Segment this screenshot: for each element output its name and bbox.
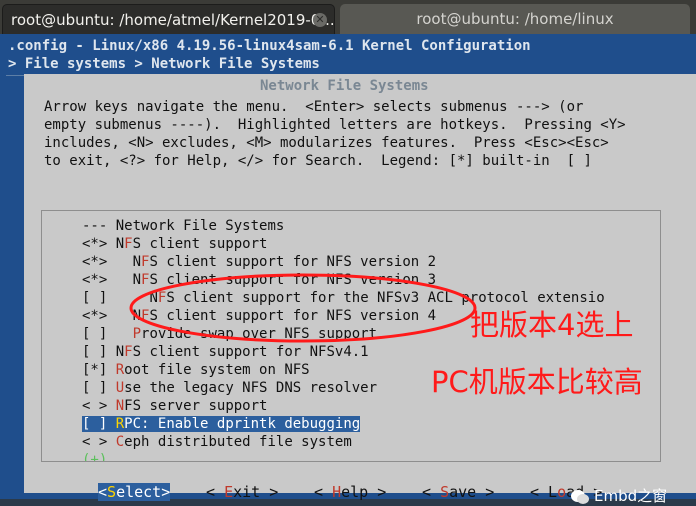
button-select[interactable]: <Select> (98, 483, 171, 501)
menu-item[interactable]: < > Ceph distributed file system (82, 433, 352, 451)
button-label-prefix: < (422, 483, 441, 501)
help-text-line: Arrow keys navigate the menu. <Enter> se… (44, 99, 584, 115)
option-state[interactable]: [*] (82, 362, 107, 378)
button-label-prefix: < (206, 483, 225, 501)
option-state[interactable]: < > (82, 398, 107, 414)
menu-item[interactable]: < > NFS server support (82, 397, 267, 415)
option-label-prefix: N (115, 344, 125, 360)
highlight-ellipse (129, 273, 477, 343)
tab-kernel-terminal[interactable]: root@ubuntu: /home/atmel/Kernel2019-0...… (2, 4, 335, 34)
button-label: elp > (341, 483, 387, 501)
option-state[interactable]: <*> (82, 272, 107, 288)
help-text-line: includes, <N> excludes, <M> modularizes … (44, 135, 609, 151)
config-title: .config - Linux/x86 4.19.56-linux4sam-6.… (8, 38, 531, 54)
option-state[interactable]: <*> (82, 236, 107, 252)
button-label-prefix: < (314, 483, 333, 501)
hotkey-letter: C (115, 434, 125, 450)
option-state[interactable]: [ ] (82, 290, 107, 306)
menu-item[interactable]: [*] Root file system on NFS (82, 361, 310, 379)
option-state[interactable]: <*> (82, 308, 107, 324)
option-state[interactable]: [ ] (82, 344, 107, 360)
watermark: Embd之窗 (570, 485, 667, 506)
menu-item[interactable]: --- Network File Systems (82, 217, 284, 235)
option-label-prefix: N (132, 254, 142, 270)
hotkey-letter: E (224, 483, 234, 501)
hotkey-letter: H (332, 483, 342, 501)
breadcrumb: > File systems > Network File Systems (8, 56, 320, 72)
button-help[interactable]: < Help > (314, 483, 386, 501)
button-exit[interactable]: < Exit > (206, 483, 278, 501)
option-state[interactable]: < > (82, 434, 107, 450)
close-icon[interactable]: ✕ (313, 13, 327, 27)
hotkey-letter: S (107, 483, 117, 501)
hotkey-letter: N (115, 398, 125, 414)
watermark-text: Embd之窗 (594, 487, 668, 505)
hotkey-letter: U (115, 380, 125, 396)
option-state[interactable]: [ ] (82, 380, 107, 396)
option-state[interactable]: <*> (82, 254, 107, 270)
tab-bar: root@ubuntu: /home/atmel/Kernel2019-0...… (0, 0, 696, 34)
button-label-prefix: < L (530, 483, 558, 501)
option-state[interactable]: --- (82, 218, 107, 234)
option-label-prefix: N (115, 236, 125, 252)
hotkey-letter: o (557, 483, 567, 501)
menu-item[interactable]: [ ] Use the legacy NFS DNS resolver (82, 379, 377, 397)
tab-title: root@ubuntu: /home/atmel/Kernel2019-0... (11, 11, 335, 29)
annotation-pc-version: PC机版本比较高 (431, 365, 643, 399)
option-label: PC: Enable dprintk debugging (124, 416, 361, 432)
tab-title: root@ubuntu: /home/linux (416, 10, 614, 28)
help-text-line: to exit, <?> for Help, </> for Search. L… (44, 153, 592, 169)
option-label: eph distributed file system (124, 434, 352, 450)
menu-item[interactable]: [ ] NFS client support for NFSv4.1 (82, 343, 369, 361)
help-text-line: empty submenus ----). Highlighted letter… (44, 117, 626, 133)
terminal-window: .config - Linux/x86 4.19.56-linux4sam-6.… (0, 34, 696, 505)
dialog-title: Network File Systems (260, 78, 429, 94)
button-label-prefix: < (98, 483, 108, 501)
menu-item[interactable]: <*> NFS client support (82, 235, 267, 253)
button-label: elect> (116, 483, 171, 501)
hotkey-letter: S (440, 483, 450, 501)
annotation-select-v4: 把版本4选上 (470, 308, 634, 342)
button-save[interactable]: < Save > (422, 483, 494, 501)
option-label: S client support for NFSv4.1 (132, 344, 369, 360)
button-label: xit > (233, 483, 279, 501)
option-label: Network File Systems (115, 218, 285, 234)
tab-linux-terminal[interactable]: root@ubuntu: /home/linux (340, 4, 690, 34)
button-label: ave > (449, 483, 495, 501)
hotkey-letter: R (115, 416, 125, 432)
hotkey-letter: F (124, 344, 133, 360)
hotkey-letter: F (124, 236, 133, 252)
option-state[interactable]: [ ] (82, 326, 107, 342)
wechat-icon (571, 489, 589, 504)
option-label: FS server support (124, 398, 268, 414)
option-label: S client support for NFS version 2 (149, 254, 437, 270)
menu-item[interactable]: <*> NFS client support for NFS version 2 (82, 253, 436, 271)
option-state[interactable]: [ ] (82, 416, 107, 432)
hotkey-letter: R (115, 362, 125, 378)
option-label: se the legacy NFS DNS resolver (124, 380, 378, 396)
menu-item-selected[interactable]: [ ] RPC: Enable dprintk debugging (82, 415, 361, 433)
option-label: S client support (132, 236, 268, 252)
more-indicator: (+) (82, 452, 108, 462)
option-label: oot file system on NFS (124, 362, 310, 378)
